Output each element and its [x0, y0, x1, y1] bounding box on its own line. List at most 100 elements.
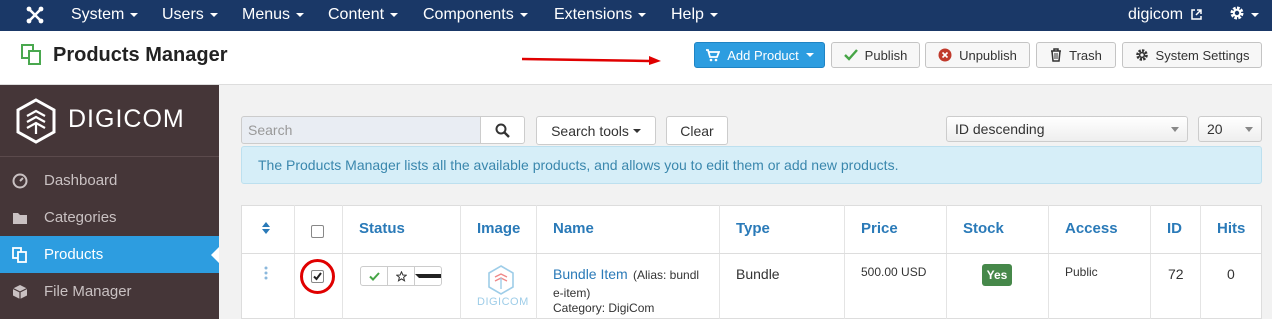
sidebar-item-file-manager[interactable]: File Manager — [0, 273, 219, 310]
site-link[interactable]: digicom — [1128, 0, 1202, 31]
add-product-label: Add Product — [727, 47, 799, 63]
column-header-stock[interactable]: Stock — [963, 205, 1004, 253]
column-header-access[interactable]: Access — [1065, 205, 1118, 253]
menu-components[interactable]: Components — [423, 0, 528, 31]
sidebar-item-label: File Manager — [44, 283, 132, 300]
products-icon — [12, 247, 27, 263]
limit-select[interactable]: 20 — [1198, 116, 1262, 142]
joomla-logo-icon[interactable] — [24, 4, 46, 26]
gear-icon — [1135, 49, 1148, 61]
column-divider — [342, 205, 343, 319]
ordering-select[interactable]: ID descending — [946, 116, 1188, 142]
remove-circle-icon — [938, 48, 952, 62]
row-actions-dropdown[interactable] — [415, 267, 441, 285]
cube-icon — [12, 285, 28, 299]
drag-handle-icon[interactable] — [264, 266, 268, 280]
column-divider — [1150, 205, 1151, 319]
sidebar-item-label: Categories — [44, 209, 117, 226]
column-divider — [1048, 205, 1049, 319]
search-button[interactable] — [480, 116, 525, 144]
product-name-link[interactable]: Bundle Item — [553, 266, 628, 282]
column-header-image[interactable]: Image — [477, 205, 520, 253]
dashboard-icon — [12, 173, 28, 189]
product-alias: (Alias: bundl — [633, 268, 700, 282]
column-header-id[interactable]: ID — [1167, 205, 1182, 253]
product-type: Bundle — [736, 266, 780, 282]
select-arrow-icon — [1245, 127, 1253, 132]
clear-button[interactable]: Clear — [666, 116, 728, 145]
settings-menu[interactable] — [1229, 0, 1259, 31]
product-category: Category: DigiCom — [553, 301, 655, 315]
stock-badge[interactable]: Yes — [982, 264, 1012, 286]
menu-label: System — [71, 6, 125, 23]
digicom-product-logo-icon — [488, 265, 514, 295]
column-header-hits[interactable]: Hits — [1217, 205, 1245, 253]
sidebar-item-label: Products — [44, 246, 104, 263]
menu-label: Components — [423, 6, 514, 23]
gear-icon — [1230, 6, 1244, 20]
column-divider — [1200, 205, 1201, 319]
product-image[interactable]: DIGICOM — [476, 263, 529, 319]
column-header-status[interactable]: Status — [359, 205, 405, 253]
unpublish-label: Unpublish — [959, 47, 1017, 63]
column-divider — [536, 205, 537, 319]
column-header-type[interactable]: Type — [736, 205, 770, 253]
product-image-caption: DIGICOM — [477, 296, 529, 308]
product-id: 72 — [1168, 266, 1184, 282]
folder-icon — [13, 213, 27, 224]
menu-label: Content — [328, 6, 385, 23]
caret-down-icon — [209, 12, 218, 17]
menu-menus[interactable]: Menus — [242, 0, 305, 31]
external-link-icon — [1190, 9, 1202, 20]
cart-icon — [706, 48, 721, 61]
column-divider — [460, 205, 461, 319]
menu-help[interactable]: Help — [671, 0, 718, 31]
column-header-price[interactable]: Price — [861, 205, 898, 253]
caret-down-icon — [130, 12, 139, 17]
column-divider — [844, 205, 845, 319]
caret-down-icon — [709, 12, 718, 17]
menu-users[interactable]: Users — [162, 0, 218, 31]
info-message: The Products Manager lists all the avail… — [241, 146, 1262, 184]
search-tools-button[interactable]: Search tools — [536, 116, 656, 145]
add-product-button[interactable]: Add Product — [694, 42, 825, 68]
menu-system[interactable]: System — [71, 0, 139, 31]
annotation-circle — [300, 259, 335, 294]
trash-icon — [1051, 48, 1062, 62]
caret-down-icon — [632, 128, 641, 133]
publish-button[interactable]: Publish — [831, 42, 920, 68]
menu-label: Help — [671, 6, 704, 23]
menu-extensions[interactable]: Extensions — [554, 0, 647, 31]
check-icon — [368, 271, 380, 281]
trash-label: Trash — [1069, 47, 1102, 63]
annotation-arrow — [521, 56, 661, 65]
top-navbar: System Users Menus Content Components Ex… — [0, 0, 1272, 31]
publish-label: Publish — [864, 47, 908, 63]
sidebar-item-products[interactable]: Products — [0, 236, 219, 273]
page-title: Products Manager — [53, 44, 228, 66]
featured-toggle[interactable] — [388, 267, 415, 285]
sidebar-item-categories[interactable]: Categories — [0, 199, 219, 236]
star-icon — [395, 270, 407, 282]
check-icon — [843, 49, 858, 61]
sidebar-item-dashboard[interactable]: Dashboard — [0, 162, 219, 199]
column-divider — [719, 205, 720, 319]
select-all-checkbox[interactable] — [311, 225, 324, 238]
unpublish-button[interactable]: Unpublish — [925, 42, 1030, 68]
products-manager-icon — [21, 44, 41, 65]
column-divider — [946, 205, 947, 319]
published-toggle[interactable] — [361, 267, 388, 285]
system-settings-button[interactable]: System Settings — [1122, 42, 1262, 68]
menu-label: Menus — [242, 6, 291, 23]
product-hits: 0 — [1227, 266, 1235, 282]
column-header-name[interactable]: Name — [553, 205, 594, 253]
search-input[interactable]: Search — [241, 116, 481, 144]
caret-down-icon — [805, 53, 814, 57]
sort-order-icon[interactable] — [262, 222, 270, 234]
product-alias-continued: e-item) — [553, 286, 591, 300]
logo-text: DIGICOM — [68, 105, 185, 133]
caret-down-icon — [519, 12, 528, 17]
trash-button[interactable]: Trash — [1036, 42, 1116, 68]
menu-content[interactable]: Content — [328, 0, 399, 31]
digicom-logo[interactable]: DIGICOM — [0, 85, 219, 157]
